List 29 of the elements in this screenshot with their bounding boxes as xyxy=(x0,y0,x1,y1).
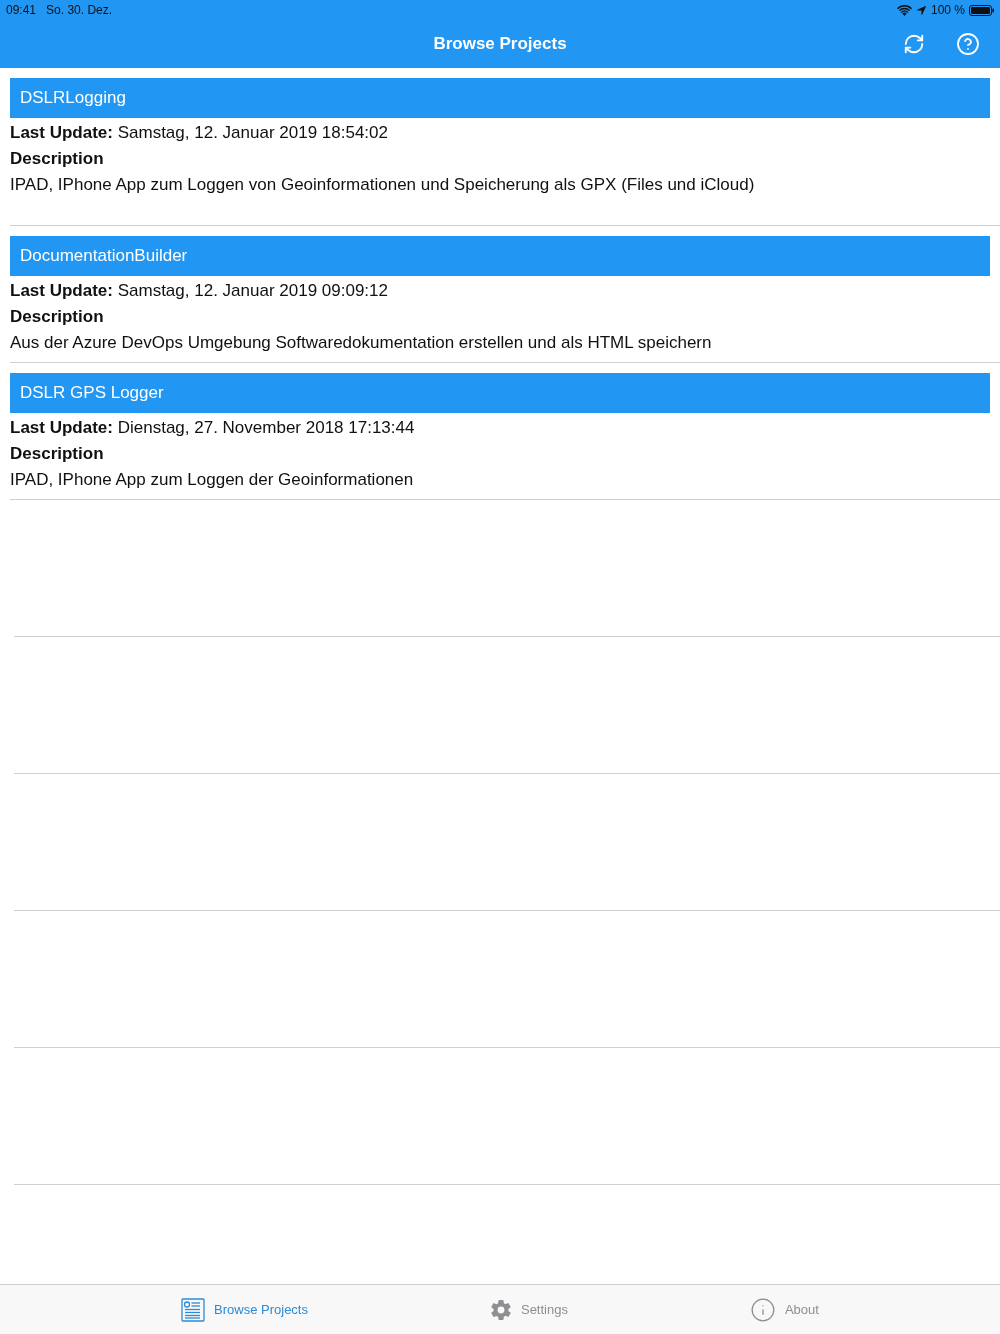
location-arrow-icon xyxy=(915,4,927,16)
project-title-bar[interactable]: DocumentationBuilder xyxy=(10,236,990,276)
tab-bar-item[interactable]: About xyxy=(739,1285,829,1334)
last-update-text: Last Update: Samstag, 12. Januar 2019 09:09:12 xyxy=(10,280,389,302)
refresh-icon xyxy=(903,33,925,55)
description-label: Description xyxy=(10,148,105,170)
description-text: Aus der Azure DevOps Umgebung Softwaredokumentation erstellen und als HTML speichern xyxy=(10,332,713,354)
document-list-icon xyxy=(181,1297,206,1322)
description-label: Description xyxy=(10,443,105,465)
tab-bar-item[interactable]: Browse Projects xyxy=(171,1285,318,1334)
refresh-button[interactable] xyxy=(902,32,926,56)
nav-title: Browse Projects xyxy=(433,34,567,54)
wifi-icon xyxy=(896,4,912,16)
battery-icon xyxy=(969,4,994,16)
settings-icon xyxy=(489,1298,512,1321)
project-title-bar[interactable]: DSLRLogging xyxy=(10,78,990,118)
status-time: 09:41 xyxy=(6,3,37,17)
status-date: So. 30. Dez. xyxy=(46,3,113,17)
tab-bar-item[interactable]: Settings xyxy=(479,1285,578,1334)
battery-percentage: 100 % xyxy=(930,3,965,17)
last-update-text: Last Update: Samstag, 12. Januar 2019 18:54:02 xyxy=(10,122,389,144)
project-title-bar[interactable]: DSLR GPS Logger xyxy=(10,373,990,413)
info-icon xyxy=(749,1296,776,1323)
last-update-text: Last Update: Dienstag, 27. November 2018 17:13:44 xyxy=(10,417,416,439)
description-label: Description xyxy=(10,306,105,328)
description-text: IPAD, IPhone App zum Loggen von Geoinformationen und Speicherung als GPX (Files und iCloud) xyxy=(10,174,756,196)
help-icon xyxy=(956,32,980,56)
help-button[interactable] xyxy=(956,32,980,56)
description-text: IPAD, IPhone App zum Loggen der Geoinformationen xyxy=(10,469,415,491)
